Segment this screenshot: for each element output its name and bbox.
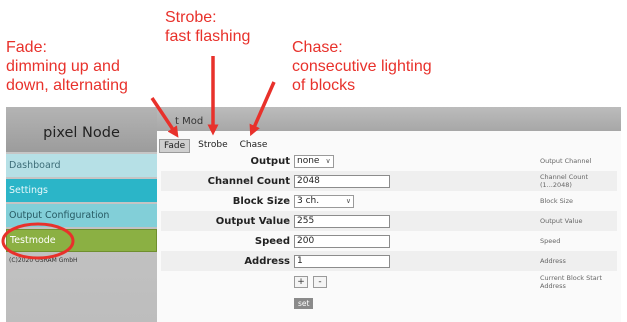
output-select[interactable]: none ∨ [294, 154, 334, 168]
speed-desc: Speed [540, 237, 561, 245]
chevron-down-icon: ∨ [325, 157, 331, 165]
form-row-channel-count: Channel Count Channel Count (1...2048) [161, 171, 617, 191]
form-row-block-size: Block Size 3 ch. ∨ Block Size [161, 191, 617, 211]
sidebar-item-dashboard[interactable]: Dashboard [6, 154, 157, 177]
page-title: t Mod [157, 107, 621, 131]
test-form: Output none ∨ Output Channel Channel Cou… [161, 151, 617, 313]
increment-button[interactable]: + [294, 276, 308, 288]
output-select-value: none [297, 156, 320, 166]
strobe-annotation: Strobe: fast flashing [165, 9, 251, 45]
output-value-label: Output Value [215, 215, 290, 227]
chase-annotation: Chase: consecutive lighting of blocks [292, 39, 432, 94]
address-desc: Address [540, 257, 566, 265]
form-row-block-start: + - Current Block Start Address [161, 271, 617, 293]
form-row-address: Address Address [161, 251, 617, 271]
channel-count-desc: Channel Count (1...2048) [540, 173, 589, 189]
block-size-label: Block Size [232, 195, 290, 207]
output-label: Output [250, 155, 290, 167]
brand-title: pixel Node [6, 107, 157, 152]
tab-strobe[interactable]: Strobe [194, 139, 232, 151]
sidebar-item-settings[interactable]: Settings [6, 179, 157, 202]
sidebar-item-testmode[interactable]: Testmode [6, 229, 157, 252]
sidebar: pixel Node Dashboard Settings Output Con… [6, 107, 157, 322]
block-start-desc: Current Block Start Address [540, 274, 603, 290]
tab-chase[interactable]: Chase [236, 139, 272, 151]
address-label: Address [244, 255, 290, 267]
main-panel: t Mod Fade Strobe Chase Output none ∨ Ou… [157, 107, 621, 322]
speed-label: Speed [254, 235, 290, 247]
form-row-output: Output none ∨ Output Channel [161, 151, 617, 171]
chevron-down-icon: ∨ [345, 197, 351, 205]
decrement-button[interactable]: - [313, 276, 327, 288]
app-window: pixel Node Dashboard Settings Output Con… [6, 107, 621, 322]
address-input[interactable] [294, 254, 390, 268]
form-row-output-value: Output Value Output Value [161, 211, 617, 231]
copyright-text: (C)2020 OSRAM GmbH [9, 257, 78, 264]
output-value-input[interactable] [294, 214, 390, 228]
form-row-set: set [161, 293, 617, 313]
block-size-select[interactable]: 3 ch. ∨ [294, 194, 354, 208]
channel-count-input[interactable] [294, 174, 390, 188]
block-size-select-value: 3 ch. [297, 196, 320, 206]
output-desc: Output Channel [540, 157, 592, 165]
form-row-speed: Speed Speed [161, 231, 617, 251]
sidebar-item-output-configuration[interactable]: Output Configuration [6, 204, 157, 227]
set-button[interactable]: set [294, 297, 314, 309]
speed-input[interactable] [294, 234, 390, 248]
channel-count-label: Channel Count [207, 175, 290, 187]
fade-annotation: Fade: dimming up and down, alternating [6, 39, 128, 94]
block-size-desc: Block Size [540, 197, 573, 205]
output-value-desc: Output Value [540, 217, 583, 225]
